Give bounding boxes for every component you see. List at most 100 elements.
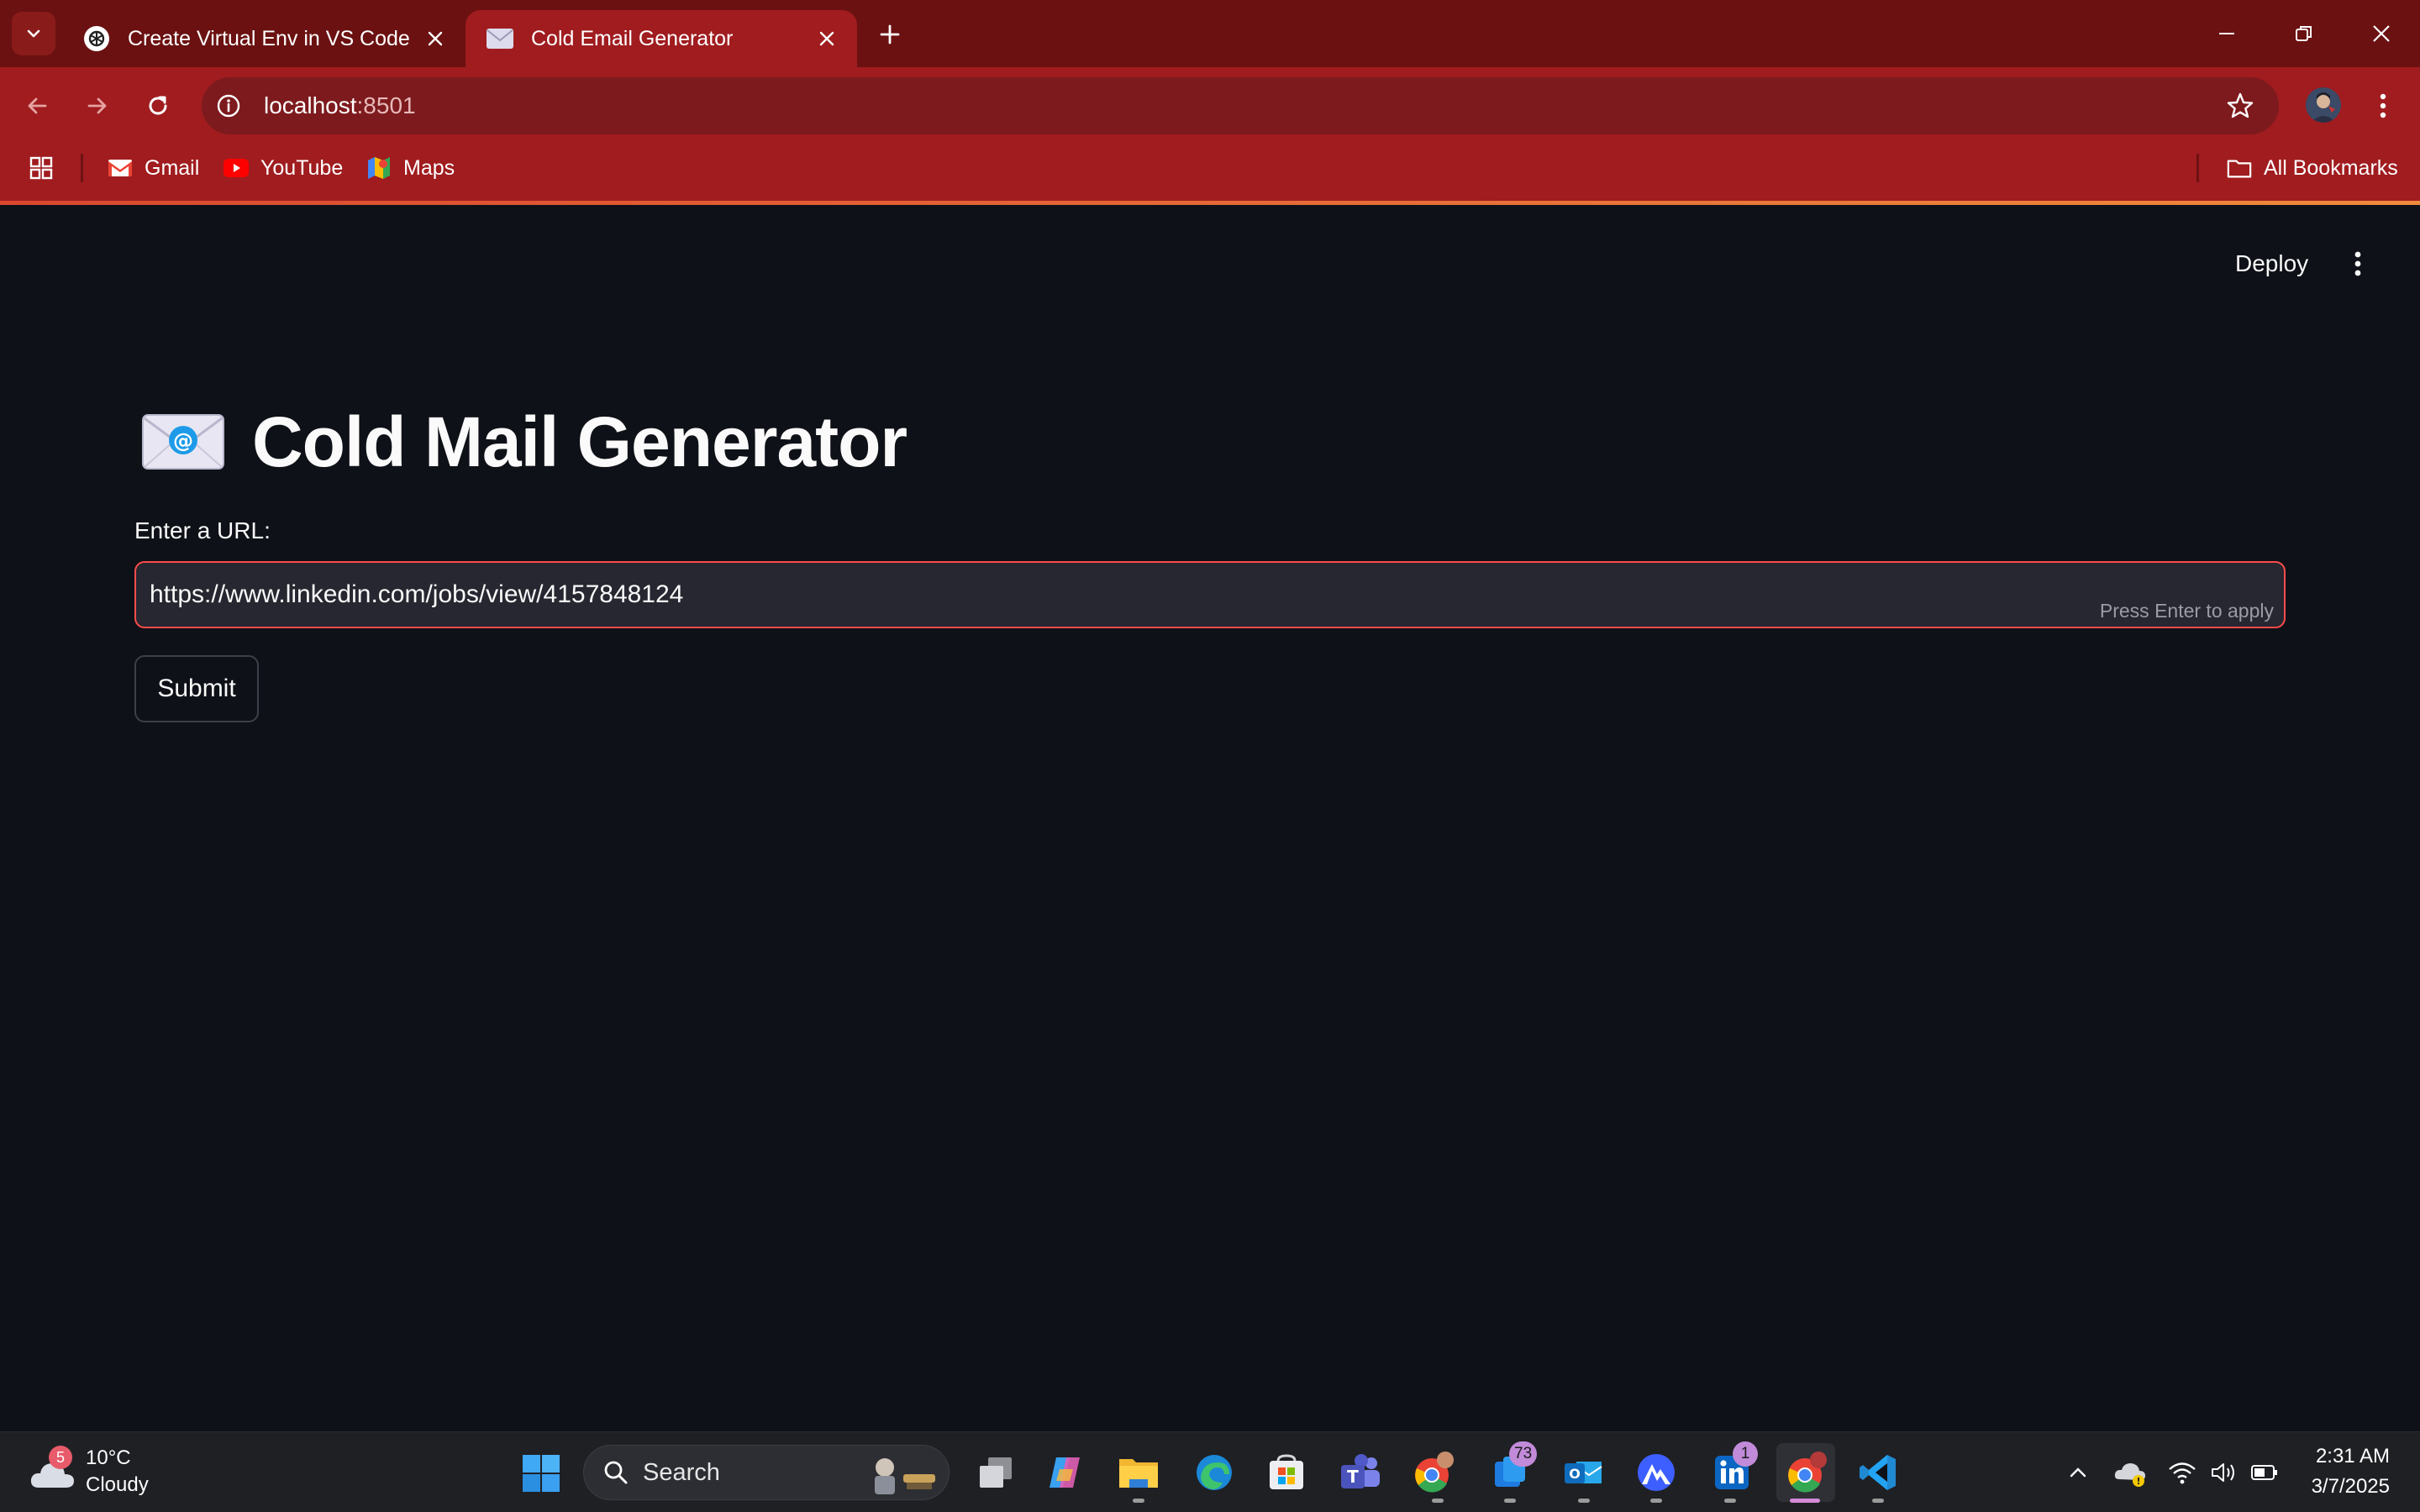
reload-button[interactable] — [138, 86, 178, 126]
chevron-up-icon — [2070, 1467, 2086, 1478]
bookmark-star-icon[interactable] — [2222, 87, 2259, 124]
arrow-left-icon — [28, 97, 47, 114]
outlook-app[interactable]: O — [1555, 1443, 1613, 1502]
vscode-app[interactable] — [1849, 1443, 1907, 1502]
vscode-icon — [1860, 1455, 1896, 1490]
wifi-icon[interactable] — [2163, 1453, 2202, 1492]
taskbar-clock[interactable]: 2:31 AM 3/7/2025 — [2286, 1441, 2390, 1502]
vpn-icon — [1638, 1454, 1675, 1491]
teams-app[interactable]: T — [1331, 1443, 1390, 1502]
svg-text:!: ! — [2136, 1476, 2140, 1487]
input-hint: Press Enter to apply — [2099, 600, 2274, 622]
active-indicator — [1790, 1499, 1820, 1503]
running-indicator — [1872, 1499, 1884, 1503]
reload-icon — [149, 96, 167, 115]
running-indicator — [1432, 1499, 1444, 1503]
bookmark-label: Maps — [403, 155, 455, 180]
url-input[interactable] — [134, 561, 2286, 628]
tab-create-virtual-env[interactable]: Create Virtual Env in VS Code — [62, 10, 466, 67]
more-vertical-icon — [2354, 251, 2361, 276]
url-field-label: Enter a URL: — [134, 517, 271, 543]
cloud-icon: 5 — [29, 1446, 77, 1493]
start-button[interactable] — [518, 1450, 565, 1497]
back-button[interactable] — [17, 86, 57, 126]
tab-cold-email-generator[interactable]: Cold Email Generator — [466, 10, 857, 67]
bookmark-maps[interactable]: Maps — [366, 151, 455, 185]
envelope-icon — [486, 24, 514, 53]
copilot-icon — [1050, 1457, 1080, 1488]
url-port: :8501 — [356, 92, 416, 118]
apps-button[interactable] — [29, 151, 54, 185]
task-view-button[interactable] — [966, 1443, 1025, 1502]
volume-icon[interactable] — [2205, 1453, 2244, 1492]
app-menu-button[interactable] — [2339, 244, 2376, 284]
browser-menu-button[interactable] — [2366, 87, 2400, 124]
tab-title: Create Virtual Env in VS Code — [128, 26, 410, 50]
restore-button[interactable] — [2265, 0, 2343, 67]
svg-text:@: @ — [173, 429, 193, 453]
chevron-down-icon — [27, 29, 40, 38]
task-view-icon — [980, 1457, 1012, 1488]
new-tab-button[interactable] — [871, 15, 909, 54]
running-indicator — [1724, 1499, 1736, 1503]
close-icon[interactable] — [810, 22, 844, 55]
bookmarks-bar — [0, 143, 2420, 202]
tab-title: Cold Email Generator — [531, 26, 734, 50]
restore-icon — [2296, 26, 2312, 41]
microsoft-store-app[interactable] — [1257, 1443, 1316, 1502]
address-bar[interactable] — [202, 77, 2279, 134]
maps-icon — [366, 155, 392, 181]
bookmark-separator — [81, 154, 83, 182]
gmail-icon — [108, 155, 133, 181]
bookmark-gmail[interactable]: Gmail — [108, 151, 199, 185]
youtube-icon — [224, 155, 249, 181]
svg-text:O: O — [1569, 1466, 1581, 1482]
profile-avatar[interactable] — [2306, 87, 2341, 123]
folder-icon — [2227, 155, 2252, 181]
svg-text:T: T — [1347, 1467, 1359, 1487]
address-url[interactable]: localhost:8501 — [264, 91, 416, 121]
close-icon — [2373, 25, 2390, 42]
weather-temperature: 10°C — [86, 1446, 131, 1469]
running-indicator — [1504, 1499, 1516, 1503]
deploy-button[interactable]: Deploy — [2223, 244, 2320, 284]
store-icon — [1270, 1454, 1303, 1489]
minimize-icon — [2219, 33, 2234, 34]
minimize-button[interactable] — [2188, 0, 2265, 67]
vpn-app[interactable] — [1627, 1443, 1686, 1502]
clock-time: 2:31 AM — [2315, 1445, 2390, 1467]
outlook-icon: O — [1565, 1462, 1602, 1483]
arrow-right-icon — [87, 97, 107, 114]
bookmark-label: Gmail — [145, 155, 200, 180]
chrome-app-active[interactable] — [1776, 1443, 1835, 1502]
linkedin-badge: 1 — [1733, 1441, 1758, 1467]
chrome-profile-app[interactable] — [1403, 1443, 1462, 1502]
search-highlight-icon — [875, 1458, 935, 1494]
weather-alert-badge: 5 — [49, 1446, 72, 1469]
app-page — [0, 205, 2420, 1431]
file-explorer-app[interactable] — [1109, 1443, 1168, 1502]
onedrive-tray-icon[interactable]: ! — [2111, 1453, 2149, 1492]
taskbar-search[interactable]: Search — [583, 1445, 950, 1500]
running-indicator — [1650, 1499, 1662, 1503]
copilot-app[interactable] — [1035, 1443, 1094, 1502]
site-info-icon[interactable] — [213, 91, 244, 121]
tab-search-button[interactable] — [12, 12, 55, 55]
close-icon[interactable] — [418, 22, 452, 55]
weather-widget[interactable]: 5 10°C Cloudy — [29, 1440, 149, 1504]
folder-icon — [1119, 1459, 1158, 1488]
windows-logo-icon — [523, 1455, 560, 1492]
show-hidden-icons-button[interactable] — [2059, 1453, 2097, 1492]
bookmark-separator — [2196, 154, 2199, 182]
envelope-at-icon: @ — [142, 414, 224, 470]
close-window-button[interactable] — [2343, 0, 2420, 67]
bookmark-youtube[interactable]: YouTube — [224, 151, 343, 185]
all-bookmarks-button[interactable]: All Bookmarks — [2227, 151, 2398, 185]
edge-app[interactable] — [1185, 1443, 1244, 1502]
bookmark-label: YouTube — [260, 155, 344, 180]
battery-icon[interactable] — [2245, 1453, 2284, 1492]
forward-button[interactable] — [77, 86, 118, 126]
submit-button[interactable]: Submit — [134, 655, 259, 722]
chrome-icon — [1415, 1452, 1454, 1493]
running-indicator — [1578, 1499, 1590, 1503]
